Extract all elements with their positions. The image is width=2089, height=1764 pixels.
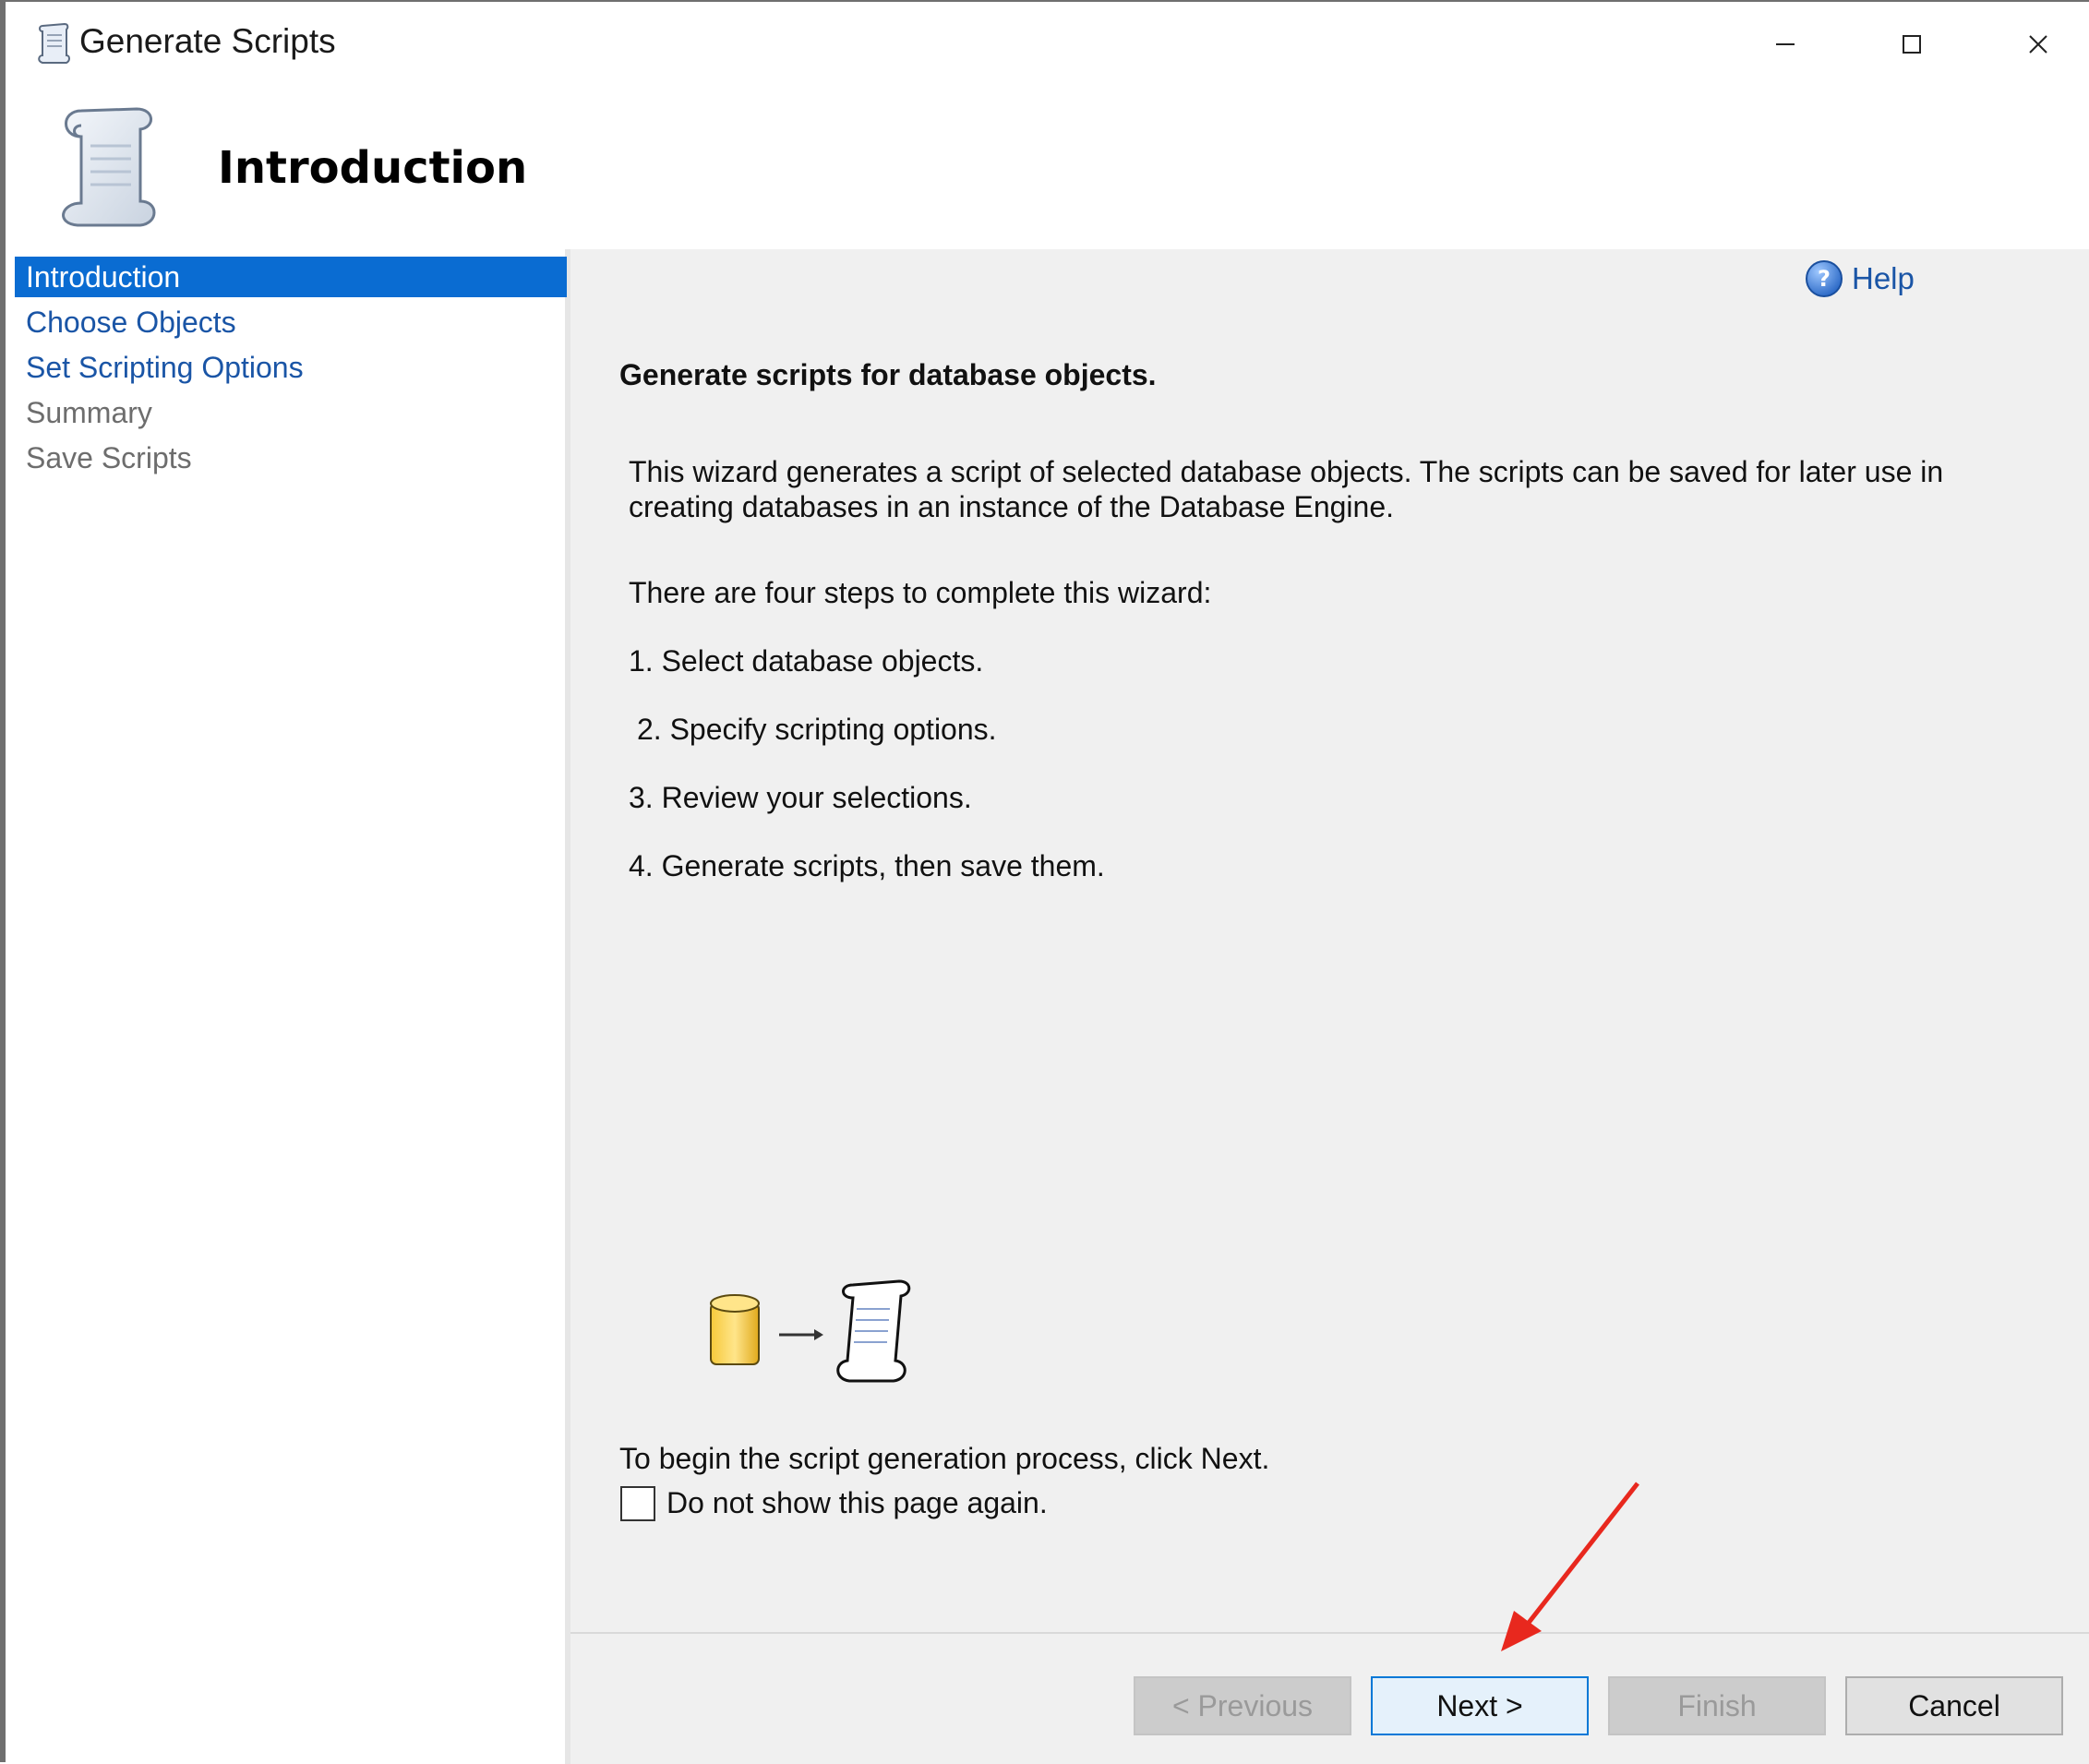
next-button[interactable]: Next >	[1371, 1676, 1589, 1735]
do-not-show-again-checkbox[interactable]	[620, 1486, 655, 1521]
previous-button[interactable]: < Previous	[1134, 1676, 1351, 1735]
wizard-header: Introduction	[11, 85, 2089, 249]
window-title: Generate Scripts	[79, 22, 336, 60]
database-icon	[710, 1294, 760, 1365]
script-scroll-icon	[38, 22, 70, 64]
step-item: 2. Specify scripting options.	[637, 713, 997, 746]
help-label: Help	[1852, 261, 1915, 295]
title-bar: Generate Scripts	[11, 4, 2089, 85]
nav-item-introduction[interactable]: Introduction	[15, 257, 567, 297]
begin-instructions: To begin the script generation process, …	[619, 1442, 1270, 1475]
steps-intro: There are four steps to complete this wi…	[629, 576, 1212, 609]
nav-item-choose-objects[interactable]: Choose Objects	[15, 302, 567, 342]
wizard-content: ? Help Generate scripts for database obj…	[570, 249, 2089, 1764]
script-scroll-icon	[62, 107, 156, 227]
nav-item-set-scripting-options[interactable]: Set Scripting Options	[15, 347, 567, 388]
finish-button[interactable]: Finish	[1608, 1676, 1826, 1735]
database-to-script-illustration	[710, 1279, 911, 1383]
step-item: 4. Generate scripts, then save them.	[629, 849, 1105, 882]
nav-item-summary: Summary	[26, 396, 152, 429]
page-title: Introduction	[218, 142, 528, 194]
minimize-icon	[1776, 43, 1795, 45]
nav-item-save-scripts: Save Scripts	[26, 441, 192, 474]
step-item: 3. Review your selections.	[629, 781, 972, 814]
wizard-steps-nav: Introduction Choose Objects Set Scriptin…	[11, 249, 570, 1764]
close-icon	[2029, 35, 2047, 54]
help-icon: ?	[1806, 260, 1843, 297]
generate-scripts-window: Generate Scripts Introduction Introducti…	[0, 0, 2089, 1764]
arrow-right-icon	[779, 1329, 823, 1340]
do-not-show-again-label[interactable]: Do not show this page again.	[666, 1486, 1048, 1520]
maximize-icon	[1903, 35, 1921, 54]
content-heading: Generate scripts for database objects.	[619, 358, 1157, 391]
svg-text:?: ?	[1818, 266, 1831, 292]
footer-divider	[570, 1632, 2089, 1634]
cancel-button[interactable]: Cancel	[1845, 1676, 2063, 1735]
step-item: 1. Select database objects.	[629, 644, 984, 678]
close-button[interactable]	[1992, 11, 2084, 78]
help-link[interactable]: ? Help	[1804, 258, 1915, 299]
maximize-button[interactable]	[1866, 11, 1958, 78]
script-scroll-icon	[836, 1279, 911, 1383]
wizard-description: This wizard generates a script of select…	[629, 455, 1944, 523]
minimize-button[interactable]	[1739, 11, 1831, 78]
